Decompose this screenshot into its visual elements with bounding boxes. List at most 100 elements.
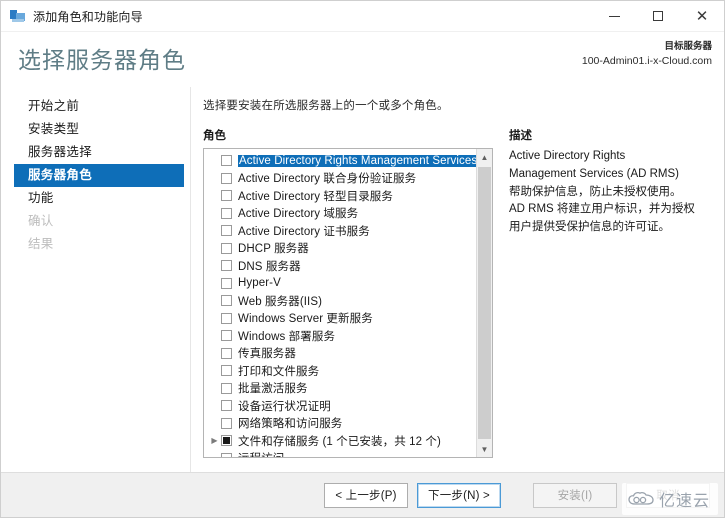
nav-item-3[interactable]: 服务器角色: [14, 164, 184, 187]
role-checkbox[interactable]: [221, 330, 232, 341]
description-line: 用户提供受保护信息的许可证。: [509, 219, 714, 237]
next-button[interactable]: 下一步(N) >: [417, 483, 501, 508]
role-row[interactable]: ▶ 文件和存储服务 (1 个已安装，共 12 个): [204, 432, 476, 450]
role-label: Windows Server 更新服务: [238, 310, 373, 326]
role-checkbox[interactable]: [221, 243, 232, 254]
description-text: Active Directory RightsManagement Servic…: [509, 148, 714, 237]
expander-placeholder: ▶: [208, 399, 221, 412]
role-label: 打印和文件服务: [238, 363, 319, 379]
role-checkbox[interactable]: [221, 260, 232, 271]
wizard-footer: < 上一步(P) 下一步(N) > 安装(I) 取消 亿速云: [1, 472, 724, 517]
role-row[interactable]: ▶远程访问: [204, 450, 476, 458]
minimize-icon: [609, 16, 620, 17]
role-row[interactable]: ▶ Windows Server 更新服务: [204, 310, 476, 328]
role-checkbox[interactable]: [221, 225, 232, 236]
role-label: 文件和存储服务 (1 个已安装，共 12 个): [238, 433, 441, 449]
role-checkbox[interactable]: [221, 383, 232, 394]
nav-item-6: 结果: [14, 233, 184, 256]
role-label: Active Directory Rights Management Servi…: [238, 155, 476, 167]
role-row[interactable]: ▶DHCP 服务器: [204, 240, 476, 258]
role-label: 传真服务器: [238, 345, 296, 361]
role-row[interactable]: ▶Hyper-V: [204, 275, 476, 293]
expander-placeholder: ▶: [208, 294, 221, 307]
scroll-up-button[interactable]: ▲: [477, 149, 492, 165]
role-row[interactable]: ▶Active Directory 轻型目录服务: [204, 187, 476, 205]
nav-item-1[interactable]: 安装类型: [14, 118, 184, 141]
wizard-main-pane: 选择要安装在所选服务器上的一个或多个角色。 角色 ▶Active Directo…: [191, 87, 724, 472]
role-label: Web 服务器(IIS): [238, 293, 322, 309]
role-row[interactable]: ▶ 批量激活服务: [204, 380, 476, 398]
role-row[interactable]: ▶ Web 服务器(IIS): [204, 292, 476, 310]
description-line: Management Services (AD RMS): [509, 166, 714, 184]
role-checkbox[interactable]: [221, 208, 232, 219]
role-label: 网络策略和访问服务: [238, 415, 342, 431]
expand-arrow-icon[interactable]: ▶: [208, 434, 221, 447]
close-icon: ✕: [696, 9, 709, 24]
roles-scrollbar[interactable]: ▲ ▼: [476, 149, 492, 457]
scrollbar-track[interactable]: [477, 165, 492, 441]
nav-item-4[interactable]: 功能: [14, 187, 184, 210]
expander-placeholder: ▶: [208, 364, 221, 377]
expander-placeholder: ▶: [208, 242, 221, 255]
expander-placeholder: ▶: [208, 312, 221, 325]
role-row[interactable]: ▶Active Directory Rights Management Serv…: [204, 152, 476, 170]
nav-item-2[interactable]: 服务器选择: [14, 141, 184, 164]
page-title: 选择服务器角色: [18, 41, 186, 75]
expander-placeholder: ▶: [208, 277, 221, 290]
expander-placeholder: ▶: [208, 452, 221, 457]
expander-placeholder: ▶: [208, 207, 221, 220]
role-row[interactable]: ▶ 设备运行状况证明: [204, 397, 476, 415]
close-button[interactable]: ✕: [680, 1, 724, 32]
roles-list[interactable]: ▶ Active Directory Rights Management Serv…: [204, 149, 476, 457]
role-row[interactable]: ▶ Windows 部署服务: [204, 327, 476, 345]
content-columns: 角色 ▶Active Directory Rights Management S…: [203, 127, 714, 458]
chevron-up-icon: ▲: [481, 153, 489, 162]
install-button: 安装(I): [533, 483, 617, 508]
role-checkbox[interactable]: [221, 313, 232, 324]
nav-item-0[interactable]: 开始之前: [14, 95, 184, 118]
target-server-info: 目标服务器 100-Admin01.i-x-Cloud.com: [582, 40, 712, 69]
role-checkbox[interactable]: [221, 155, 232, 166]
roles-listbox[interactable]: ▶ Active Directory Rights Management Serv…: [203, 148, 493, 458]
expander-placeholder: ▶: [208, 224, 221, 237]
role-checkbox[interactable]: [221, 190, 232, 201]
previous-button[interactable]: < 上一步(P): [324, 483, 408, 508]
role-checkbox[interactable]: [221, 435, 232, 446]
nav-item-5: 确认: [14, 210, 184, 233]
role-label: 设备运行状况证明: [238, 398, 331, 414]
role-checkbox[interactable]: [221, 453, 232, 457]
role-checkbox[interactable]: [221, 173, 232, 184]
role-label: Active Directory 证书服务: [238, 223, 370, 239]
role-row[interactable]: ▶网络策略和访问服务: [204, 415, 476, 433]
add-roles-wizard-window: 添加角色和功能向导 ✕ 选择服务器角色 目标服务器 100-Admin01.i-…: [0, 0, 725, 518]
scroll-down-button[interactable]: ▼: [477, 441, 492, 457]
role-label: Active Directory 联合身份验证服务: [238, 170, 416, 186]
minimize-button[interactable]: [592, 1, 636, 32]
role-row[interactable]: ▶ Active Directory 证书服务: [204, 222, 476, 240]
maximize-button[interactable]: [636, 1, 680, 32]
description-column: 描述 Active Directory RightsManagement Ser…: [505, 127, 714, 458]
role-checkbox[interactable]: [221, 400, 232, 411]
target-server-name: 100-Admin01.i-x-Cloud.com: [582, 54, 712, 69]
role-row[interactable]: ▶传真服务器: [204, 345, 476, 363]
chevron-down-icon: ▼: [481, 445, 489, 454]
role-row[interactable]: ▶DNS 服务器: [204, 257, 476, 275]
cancel-button[interactable]: 取消: [626, 483, 710, 508]
role-checkbox[interactable]: [221, 365, 232, 376]
window-titlebar[interactable]: 添加角色和功能向导 ✕: [1, 1, 724, 32]
role-checkbox[interactable]: [221, 278, 232, 289]
role-label: Windows 部署服务: [238, 328, 335, 344]
expander-placeholder: ▶: [208, 329, 221, 342]
role-checkbox[interactable]: [221, 295, 232, 306]
expander-placeholder: ▶: [208, 172, 221, 185]
expander-placeholder: ▶: [208, 382, 221, 395]
role-checkbox[interactable]: [221, 418, 232, 429]
role-label: Active Directory 域服务: [238, 205, 358, 221]
role-row[interactable]: ▶ 打印和文件服务: [204, 362, 476, 380]
role-checkbox[interactable]: [221, 348, 232, 359]
role-row[interactable]: ▶ Active Directory 域服务: [204, 205, 476, 223]
role-row[interactable]: ▶ Active Directory 联合身份验证服务: [204, 170, 476, 188]
scrollbar-thumb[interactable]: [478, 167, 491, 439]
role-label: 批量激活服务: [238, 380, 308, 396]
wizard-nav-pane: 开始之前安装类型服务器选择服务器角色功能确认结果: [1, 87, 191, 472]
